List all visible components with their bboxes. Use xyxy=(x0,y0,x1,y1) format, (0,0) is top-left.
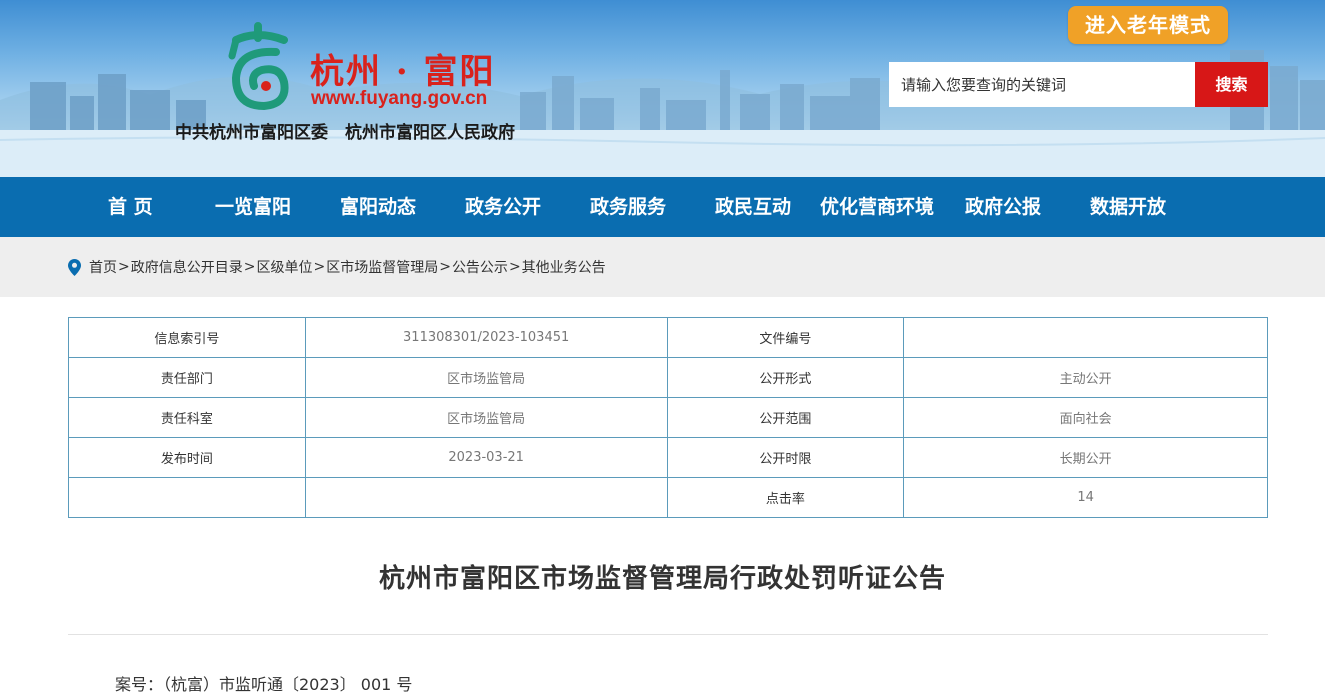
nav-item-interaction[interactable]: 政民互动 xyxy=(715,177,791,237)
breadcrumb-separator: > xyxy=(508,259,521,275)
site-subtitle: 中共杭州市富阳区委 杭州市富阳区人民政府 xyxy=(175,123,515,143)
label-disclosure-period: 公开时限 xyxy=(666,437,905,478)
table-row: 责任部门 区市场监管局 公开形式 主动公开 xyxy=(68,357,1268,398)
breadcrumb-home[interactable]: 首页 xyxy=(89,257,117,277)
breadcrumb-info-catalog[interactable]: 政府信息公开目录 xyxy=(131,257,243,277)
value-publish-date: 2023-03-21 xyxy=(304,437,668,478)
label-department: 责任部门 xyxy=(68,357,306,398)
label-index-number: 信息索引号 xyxy=(68,317,306,358)
empty-cell xyxy=(68,477,306,518)
value-section: 区市场监管局 xyxy=(304,397,668,438)
label-disclosure-form: 公开形式 xyxy=(666,357,905,398)
nav-item-gazette[interactable]: 政府公报 xyxy=(965,177,1041,237)
case-number: 案号：（杭富）市监听通〔2023〕 001 号 xyxy=(115,675,413,694)
table-row: 信息索引号 311308301/2023-103451 文件编号 xyxy=(68,317,1268,358)
breadcrumb-separator: > xyxy=(243,259,256,275)
breadcrumb-announcements[interactable]: 公告公示 xyxy=(452,257,508,277)
search-button[interactable]: 搜索 xyxy=(1195,62,1268,107)
value-disclosure-scope: 面向社会 xyxy=(903,397,1268,438)
breadcrumb: 首页 > 政府信息公开目录 > 区级单位 > 区市场监督管理局 > 公告公示 >… xyxy=(68,237,606,297)
title-divider xyxy=(68,634,1268,635)
site-title: 杭州 · 富阳 xyxy=(310,52,496,92)
breadcrumb-separator: > xyxy=(439,259,451,275)
main-nav: 首 页 一览富阳 富阳动态 政务公开 政务服务 政民互动 优化营商环境 政府公报… xyxy=(0,177,1325,237)
site-url: www.fuyang.gov.cn xyxy=(311,88,488,109)
elder-mode-button[interactable]: 进入老年模式 xyxy=(1068,6,1228,44)
nav-item-overview[interactable]: 一览富阳 xyxy=(215,177,291,237)
table-row: 责任科室 区市场监管局 公开范围 面向社会 xyxy=(68,397,1268,438)
value-department: 区市场监管局 xyxy=(304,357,668,398)
nav-item-gov-affairs[interactable]: 政务公开 xyxy=(465,177,541,237)
label-document-number: 文件编号 xyxy=(666,317,905,358)
label-disclosure-scope: 公开范围 xyxy=(666,397,905,438)
search-input[interactable] xyxy=(889,62,1195,107)
value-index-number: 311308301/2023-103451 xyxy=(304,317,668,358)
breadcrumb-separator: > xyxy=(118,259,130,275)
header-banner: 杭州 · 富阳 www.fuyang.gov.cn 中共杭州市富阳区委 杭州市富… xyxy=(0,0,1325,177)
nav-item-business-env[interactable]: 优化营商环境 xyxy=(820,177,934,237)
breadcrumb-district-units[interactable]: 区级单位 xyxy=(256,257,312,277)
label-publish-date: 发布时间 xyxy=(68,437,306,478)
location-pin-icon xyxy=(68,258,81,276)
label-section: 责任科室 xyxy=(68,397,306,438)
nav-item-open-data[interactable]: 数据开放 xyxy=(1090,177,1166,237)
value-document-number xyxy=(903,317,1268,358)
value-disclosure-period: 长期公开 xyxy=(903,437,1268,478)
value-click-count: 14 xyxy=(903,477,1268,518)
label-click-count: 点击率 xyxy=(666,477,905,518)
nav-item-news[interactable]: 富阳动态 xyxy=(340,177,416,237)
nav-item-gov-services[interactable]: 政务服务 xyxy=(590,177,666,237)
info-table: 信息索引号 311308301/2023-103451 文件编号 责任部门 区市… xyxy=(68,317,1268,518)
article-title: 杭州市富阳区市场监督管理局行政处罚听证公告 xyxy=(378,564,946,594)
breadcrumb-other-notices[interactable]: 其他业务公告 xyxy=(522,257,606,277)
value-disclosure-form: 主动公开 xyxy=(903,357,1268,398)
table-row: 发布时间 2023-03-21 公开时限 长期公开 xyxy=(68,437,1268,478)
breadcrumb-bar: 首页 > 政府信息公开目录 > 区级单位 > 区市场监督管理局 > 公告公示 >… xyxy=(0,237,1325,297)
fuyang-logo-icon xyxy=(228,22,289,111)
table-row: 点击率 14 xyxy=(68,477,1268,518)
empty-cell xyxy=(304,477,668,518)
nav-item-home[interactable]: 首 页 xyxy=(108,177,153,237)
breadcrumb-market-bureau[interactable]: 区市场监督管理局 xyxy=(326,257,438,277)
breadcrumb-separator: > xyxy=(313,259,326,275)
